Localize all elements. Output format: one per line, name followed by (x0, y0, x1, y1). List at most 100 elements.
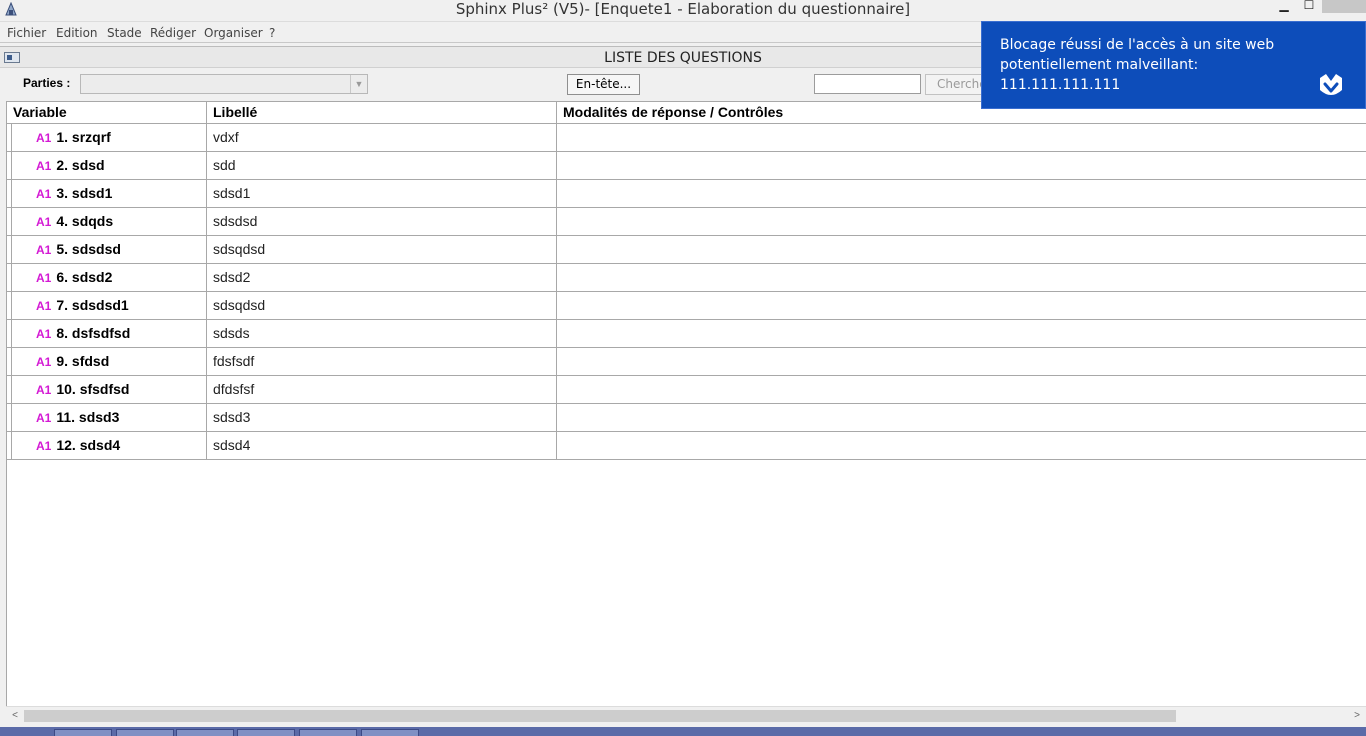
menu-stade[interactable]: Stade (107, 26, 142, 40)
table-row[interactable]: A1 5. sdsdsd sdsqdsd (7, 236, 1366, 264)
cell-modalites[interactable] (557, 124, 1366, 151)
table-row[interactable]: A1 12. sdsd4 sdsd4 (7, 432, 1366, 460)
cell-variable[interactable]: A1 7. sdsdsd1 (7, 292, 207, 319)
cell-libelle[interactable]: sdsd2 (207, 264, 557, 291)
table-row[interactable]: A1 7. sdsdsd1 sdsqdsd (7, 292, 1366, 320)
cell-modalites[interactable] (557, 320, 1366, 347)
cell-variable[interactable]: A1 5. sdsdsd (7, 236, 207, 263)
cell-libelle[interactable]: dfdsfsf (207, 376, 557, 403)
variable-name: 8. dsfsdfsd (56, 325, 131, 341)
table-row[interactable]: A1 4. sdqds sdsdsd (7, 208, 1366, 236)
question-type-tag: A1 (36, 187, 52, 201)
horizontal-scrollbar[interactable]: < > (6, 706, 1366, 725)
table-row[interactable]: A1 3. sdsd1 sdsd1 (7, 180, 1366, 208)
cell-modalites[interactable] (557, 292, 1366, 319)
question-type-tag: A1 (36, 383, 52, 397)
table-row[interactable]: A1 2. sdsd sdd (7, 152, 1366, 180)
cell-libelle[interactable]: sdsqdsd (207, 292, 557, 319)
cell-libelle[interactable]: fdsfsdf (207, 348, 557, 375)
cell-modalites[interactable] (557, 152, 1366, 179)
menu-rediger[interactable]: Rédiger (150, 26, 196, 40)
cell-variable[interactable]: A1 8. dsfsdfsd (7, 320, 207, 347)
cell-libelle[interactable]: sdd (207, 152, 557, 179)
cell-modalites[interactable] (557, 432, 1366, 459)
table-row[interactable]: A1 1. srzqrf vdxf (7, 124, 1366, 152)
variable-name: 9. sfdsd (56, 353, 110, 369)
notification-message: Blocage réussi de l'accès à un site web … (1000, 37, 1275, 93)
taskbar-button[interactable] (116, 729, 174, 736)
variable-name: 5. sdsdsd (56, 241, 121, 257)
cell-modalites[interactable] (557, 264, 1366, 291)
menu-edition[interactable]: Edition (56, 26, 98, 40)
menu-help[interactable]: ? (269, 26, 275, 40)
entete-button[interactable]: En-tête... (567, 74, 640, 95)
taskbar-button[interactable] (361, 729, 419, 736)
security-notification[interactable]: Blocage réussi de l'accès à un site web … (981, 21, 1366, 109)
taskbar-button[interactable] (299, 729, 357, 736)
questions-table: Variable Libellé Modalités de réponse / … (6, 101, 1366, 706)
scroll-right-arrow[interactable]: > (1348, 707, 1366, 725)
taskbar-button[interactable] (54, 729, 112, 736)
question-type-tag: A1 (36, 243, 52, 257)
cell-variable[interactable]: A1 1. srzqrf (7, 124, 207, 151)
variable-name: 6. sdsd2 (56, 269, 113, 285)
cell-libelle[interactable]: vdxf (207, 124, 557, 151)
variable-name: 2. sdsd (56, 157, 105, 173)
variable-name: 3. sdsd1 (56, 185, 113, 201)
cell-variable[interactable]: A1 6. sdsd2 (7, 264, 207, 291)
question-type-tag: A1 (36, 159, 52, 173)
cell-modalites[interactable] (557, 376, 1366, 403)
cell-modalites[interactable] (557, 236, 1366, 263)
parties-dropdown[interactable]: ▼ (80, 74, 368, 94)
cell-variable[interactable]: A1 3. sdsd1 (7, 180, 207, 207)
scrollbar-thumb[interactable] (24, 710, 1176, 722)
cell-libelle[interactable]: sdsd1 (207, 180, 557, 207)
taskbar-button[interactable] (176, 729, 234, 736)
cell-modalites[interactable] (557, 180, 1366, 207)
maximize-button[interactable]: ☐ (1295, 0, 1323, 14)
table-row[interactable]: A1 6. sdsd2 sdsd2 (7, 264, 1366, 292)
cell-variable[interactable]: A1 10. sfsdfsd (7, 376, 207, 403)
cell-modalites[interactable] (557, 404, 1366, 431)
question-type-tag: A1 (36, 271, 52, 285)
header-variable[interactable]: Variable (7, 102, 207, 123)
question-type-tag: A1 (36, 215, 52, 229)
table-row[interactable]: A1 9. sfdsd fdsfsdf (7, 348, 1366, 376)
table-row[interactable]: A1 10. sfsdfsd dfdsfsf (7, 376, 1366, 404)
cell-modalites[interactable] (557, 348, 1366, 375)
cell-variable[interactable]: A1 11. sdsd3 (7, 404, 207, 431)
app-window: Sphinx Plus² (V5)- [Enquete1 - Elaborati… (0, 0, 1366, 736)
cell-libelle[interactable]: sdsds (207, 320, 557, 347)
search-button[interactable]: Chercher (925, 74, 985, 95)
table-row[interactable]: A1 8. dsfsdfsd sdsds (7, 320, 1366, 348)
variable-name: 1. srzqrf (56, 129, 111, 145)
title-bar[interactable]: Sphinx Plus² (V5)- [Enquete1 - Elaborati… (0, 0, 1366, 22)
cell-variable[interactable]: A1 2. sdsd (7, 152, 207, 179)
minimize-button[interactable]: ▁ (1270, 0, 1298, 14)
close-button[interactable] (1322, 0, 1366, 13)
chevron-down-icon[interactable]: ▼ (350, 75, 367, 93)
table-row[interactable]: A1 11. sdsd3 sdsd3 (7, 404, 1366, 432)
cell-libelle[interactable]: sdsdsd (207, 208, 557, 235)
menu-organiser[interactable]: Organiser (204, 26, 263, 40)
search-input[interactable] (814, 74, 921, 94)
header-libelle[interactable]: Libellé (207, 102, 557, 123)
scroll-left-arrow[interactable]: < (6, 707, 24, 725)
menu-fichier[interactable]: Fichier (7, 26, 46, 40)
question-type-tag: A1 (36, 439, 52, 453)
cell-variable[interactable]: A1 12. sdsd4 (7, 432, 207, 459)
question-type-tag: A1 (36, 355, 52, 369)
question-type-tag: A1 (36, 131, 52, 145)
table-body: A1 1. srzqrf vdxf A1 2. sdsd sdd A1 3. sdsd… (7, 124, 1366, 460)
cell-libelle[interactable]: sdsqdsd (207, 236, 557, 263)
cell-variable[interactable]: A1 4. sdqds (7, 208, 207, 235)
variable-name: 4. sdqds (56, 213, 114, 229)
taskbar-button[interactable] (237, 729, 295, 736)
variable-name: 12. sdsd4 (56, 437, 121, 453)
malwarebytes-icon (1320, 74, 1342, 95)
cell-modalites[interactable] (557, 208, 1366, 235)
variable-name: 11. sdsd3 (56, 409, 120, 425)
cell-libelle[interactable]: sdsd3 (207, 404, 557, 431)
cell-variable[interactable]: A1 9. sfdsd (7, 348, 207, 375)
cell-libelle[interactable]: sdsd4 (207, 432, 557, 459)
